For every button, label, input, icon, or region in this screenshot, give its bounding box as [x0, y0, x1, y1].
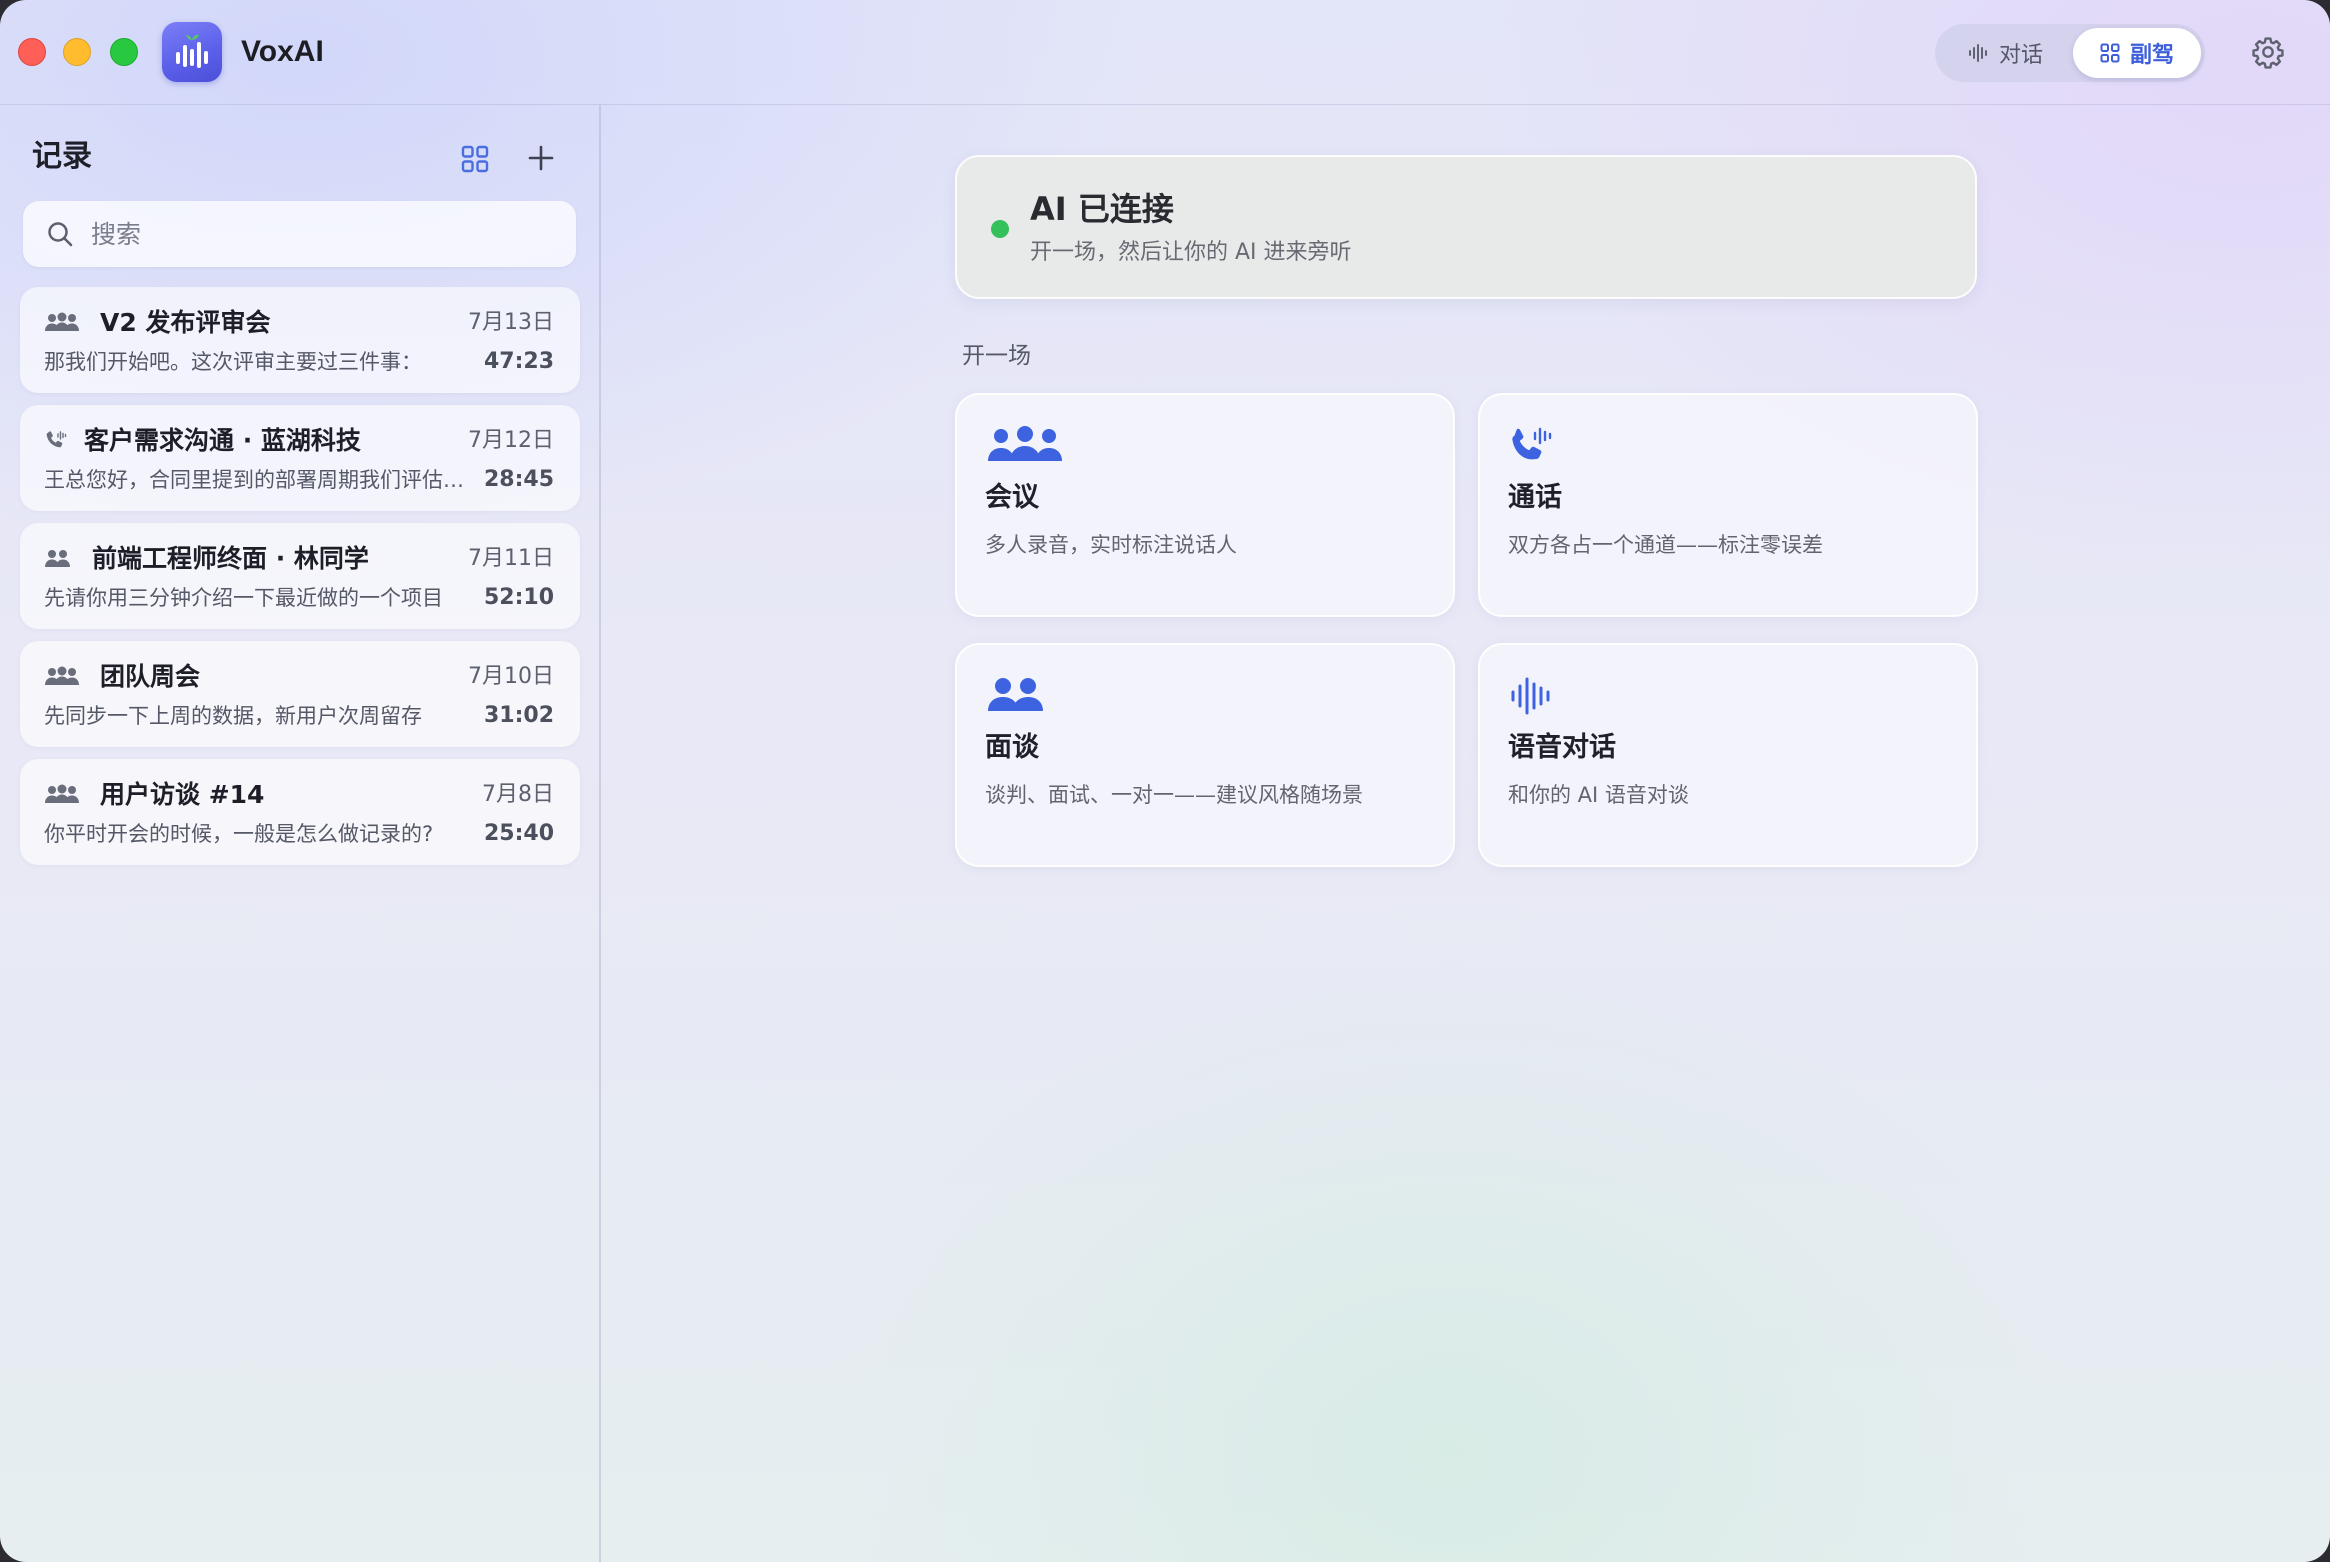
record-date: 7月11日: [468, 546, 554, 571]
search-input[interactable]: [89, 201, 559, 267]
start-call-card[interactable]: 通话 双方各占一个通道——标注零误差: [1478, 393, 1978, 617]
start-interview-card[interactable]: 面谈 谈判、面试、一对一——建议风格随场景: [955, 643, 1455, 867]
record-preview: 先请你用三分钟介绍一下最近做的一个项目: [44, 586, 443, 610]
record-preview: 那我们开始吧。这次评审主要过三件事：: [44, 350, 422, 374]
waveform-icon: [1968, 44, 1987, 62]
app-logo-icon: [162, 22, 222, 82]
close-window-button[interactable]: [18, 38, 46, 66]
group-icon: [45, 666, 79, 685]
mode-copilot-button[interactable]: 副驾: [2073, 28, 2201, 78]
card-title: 面谈: [985, 732, 1039, 763]
sidebar: 记录 搜索 V2 发布评审会 7月13日 那我们开始吧。这次评审主要过三件事： …: [0, 105, 601, 1562]
search-box: [23, 201, 576, 267]
record-date: 7月10日: [468, 664, 554, 689]
record-item[interactable]: 客户需求沟通 · 蓝湖科技 7月12日 王总您好，合同里提到的部署周期我们评估过…: [20, 405, 580, 511]
group-icon: [45, 784, 79, 803]
settings-button[interactable]: [2248, 32, 2288, 72]
search-icon: [48, 222, 73, 247]
mode-talk-label: 对话: [1998, 43, 2043, 68]
mode-talk-button[interactable]: 对话: [1941, 28, 2069, 78]
minimize-window-button[interactable]: [63, 38, 91, 66]
status-indicator: [991, 220, 1009, 238]
record-title: 用户访谈 #14: [100, 780, 265, 809]
record-item[interactable]: 团队周会 7月10日 先同步一下上周的数据，新用户次周留存 31:02: [20, 641, 580, 747]
group-icon: [988, 426, 1062, 461]
start-voice-chat-card[interactable]: 语音对话 和你的 AI 语音对谈: [1478, 643, 1978, 867]
two-people-icon: [988, 678, 1043, 711]
mode-copilot-label: 副驾: [2129, 43, 2174, 68]
record-title: 团队周会: [100, 662, 201, 691]
app-window: VoxAI 对话 副驾 记录 搜索 V2 发布评审会 7月13日 那我们开始吧。…: [0, 0, 2330, 1562]
record-preview: 王总您好，合同里提到的部署周期我们评估过了: [44, 468, 464, 492]
record-preview: 你平时开会的时候，一般是怎么做记录的?: [44, 822, 434, 846]
card-title: 语音对话: [1508, 732, 1616, 763]
record-duration: 52:10: [483, 585, 554, 610]
card-desc: 谈判、面试、一对一——建议风格随场景: [985, 783, 1363, 807]
record-item[interactable]: 前端工程师终面 · 林同学 7月11日 先请你用三分钟介绍一下最近做的一个项目 …: [20, 523, 580, 629]
grid-icon: [2100, 43, 2120, 63]
record-date: 7月12日: [468, 428, 554, 453]
plus-icon: [528, 145, 554, 171]
record-title: 客户需求沟通 · 蓝湖科技: [84, 426, 361, 455]
grid-icon: [461, 145, 489, 173]
grid-view-button[interactable]: [459, 143, 491, 175]
record-duration: 28:45: [483, 467, 554, 492]
record-date: 7月13日: [468, 310, 554, 335]
card-title: 会议: [985, 482, 1039, 513]
record-duration: 47:23: [483, 349, 554, 374]
mode-toggle: 对话 副驾: [1935, 24, 2205, 82]
status-subtitle: 开一场，然后让你的 AI 进来旁听: [1030, 240, 1352, 265]
card-desc: 多人录音，实时标注说话人: [985, 533, 1237, 557]
waveform-icon: [1511, 677, 1550, 715]
record-duration: 25:40: [483, 821, 554, 846]
maximize-window-button[interactable]: [110, 38, 138, 66]
record-preview: 先同步一下上周的数据，新用户次周留存: [44, 704, 422, 728]
title-bar: VoxAI 对话 副驾: [0, 0, 2330, 105]
phone-wave-icon: [1512, 427, 1552, 460]
two-people-icon: [45, 550, 70, 567]
sidebar-title: 记录: [32, 139, 92, 174]
app-name: VoxAI: [241, 35, 324, 68]
phone-wave-icon: [46, 431, 67, 448]
add-record-button[interactable]: [524, 141, 558, 175]
status-title: AI 已连接: [1030, 190, 1174, 228]
card-title: 通话: [1508, 482, 1562, 513]
record-item[interactable]: V2 发布评审会 7月13日 那我们开始吧。这次评审主要过三件事： 47:23: [20, 287, 580, 393]
record-duration: 31:02: [483, 703, 554, 728]
record-title: 前端工程师终面 · 林同学: [92, 544, 369, 573]
gear-icon: [2252, 37, 2284, 69]
group-icon: [45, 312, 79, 331]
card-desc: 双方各占一个通道——标注零误差: [1508, 533, 1823, 557]
start-meeting-card[interactable]: 会议 多人录音，实时标注说话人: [955, 393, 1455, 617]
record-title: V2 发布评审会: [100, 308, 271, 337]
ai-status-card: AI 已连接 开一场，然后让你的 AI 进来旁听: [955, 155, 1977, 299]
record-item[interactable]: 用户访谈 #14 7月8日 你平时开会的时候，一般是怎么做记录的? 25:40: [20, 759, 580, 865]
section-label: 开一场: [962, 343, 1031, 369]
card-desc: 和你的 AI 语音对谈: [1508, 783, 1689, 807]
record-date: 7月8日: [482, 782, 554, 807]
